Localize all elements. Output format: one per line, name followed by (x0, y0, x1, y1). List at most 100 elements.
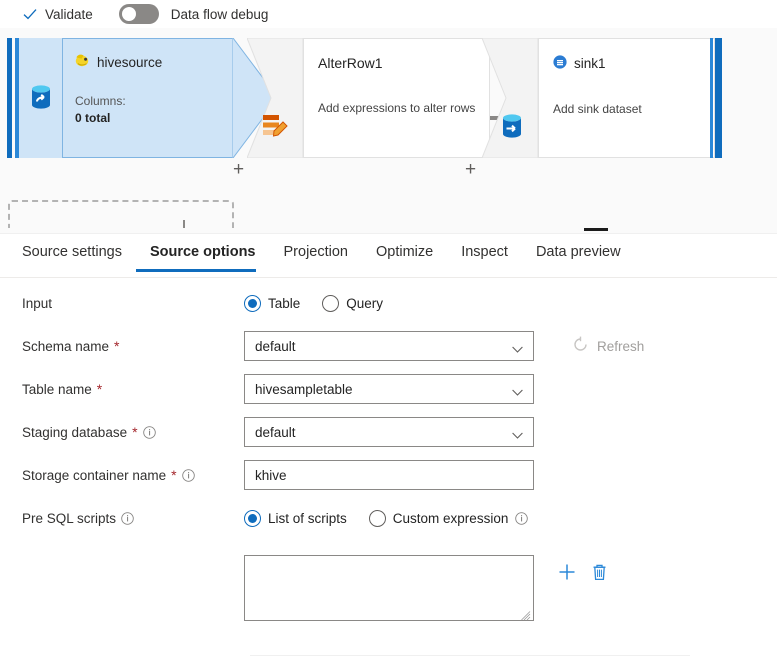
toggle-knob (122, 7, 136, 21)
radio-custom-expression[interactable]: Custom expression (369, 510, 529, 527)
drop-target-caret (183, 220, 185, 228)
storage-container-name-label: Storage container name * (0, 468, 244, 483)
chevron-down-icon (512, 385, 523, 400)
info-icon[interactable] (515, 512, 528, 525)
table-name-label: Table name * (0, 382, 244, 397)
source-database-icon (19, 38, 63, 158)
required-asterisk: * (114, 339, 119, 353)
pre-sql-scripts-radio-group: List of scripts Custom expression (244, 510, 528, 527)
radio-list-of-scripts-label: List of scripts (268, 511, 347, 526)
splitter-grip-handle[interactable] (584, 228, 608, 231)
alterrow-node-body: AlterRow1 Add expressions to alter rows (303, 38, 490, 158)
row-storage-container-name: Storage container name * khive (0, 460, 777, 490)
table-name-dropdown[interactable]: hivesampletable (244, 374, 534, 404)
alterrow-node-name: AlterRow1 (304, 39, 489, 71)
tab-data-preview[interactable]: Data preview (522, 236, 635, 272)
storage-container-name-label-text: Storage container name (22, 468, 166, 483)
trash-icon[interactable] (591, 563, 608, 586)
radio-input-table[interactable]: Table (244, 295, 300, 312)
sink-edge-bar-outer (715, 38, 722, 158)
table-name-field-col: hivesampletable (244, 374, 534, 404)
row-schema-name: Schema name * default Refresh (0, 331, 777, 361)
radio-custom-expression-label: Custom expression (393, 511, 509, 526)
source-options-form: Input Table Query Schema name * default (0, 288, 777, 621)
row-staging-database: Staging database * default (0, 417, 777, 447)
table-name-value: hivesampletable (255, 382, 353, 397)
radio-list-of-scripts-indicator (244, 510, 261, 527)
hive-logo-icon (75, 53, 91, 71)
chevron-down-icon (512, 428, 523, 443)
alter-row-icon (262, 113, 290, 141)
command-bar: Validate Data flow debug (0, 0, 777, 28)
row-input: Input Table Query (0, 288, 777, 318)
radio-query-label: Query (346, 296, 383, 311)
staging-database-dropdown[interactable]: default (244, 417, 534, 447)
info-icon[interactable] (182, 469, 195, 482)
refresh-icon (572, 336, 589, 356)
tab-projection[interactable]: Projection (270, 236, 362, 272)
settings-tabstrip: Source settings Source options Projectio… (0, 236, 777, 278)
tab-source-settings[interactable]: Source settings (22, 236, 136, 272)
validate-button[interactable]: Validate (22, 0, 93, 28)
radio-custom-expression-indicator (369, 510, 386, 527)
storage-container-name-input[interactable]: khive (244, 460, 534, 490)
source-node-title-row: hivesource (63, 39, 232, 71)
tab-inspect[interactable]: Inspect (447, 236, 522, 272)
alterrow-node-detail: Add expressions to alter rows (304, 71, 489, 115)
sink-badge-icon (553, 55, 567, 72)
textarea-resize-grip[interactable] (521, 608, 531, 618)
plus-icon[interactable] (558, 563, 576, 586)
info-icon[interactable] (143, 426, 156, 439)
storage-container-name-value: khive (255, 468, 287, 483)
required-asterisk: * (171, 468, 176, 482)
radio-table-indicator (244, 295, 261, 312)
schema-name-label-text: Schema name (22, 339, 109, 354)
radio-input-query[interactable]: Query (322, 295, 383, 312)
radio-table-label: Table (268, 296, 300, 311)
add-transformation-handle-1[interactable]: + (233, 160, 244, 179)
checkmark-icon (22, 6, 38, 22)
required-asterisk: * (97, 382, 102, 396)
data-flow-canvas[interactable]: hivesource Columns: 0 total + Alte (0, 28, 777, 228)
schema-name-value: default (255, 339, 296, 354)
pre-sql-scripts-textarea[interactable] (244, 555, 534, 621)
node-hivesource[interactable]: hivesource Columns: 0 total + (7, 38, 232, 158)
panel-splitter[interactable] (0, 228, 777, 234)
refresh-label: Refresh (597, 339, 644, 354)
row-pre-sql-scripts: Pre SQL scripts List of scripts Custom e… (0, 503, 777, 533)
source-node-detail: Columns: 0 total (63, 71, 232, 128)
sink-edge-bar-inner (710, 38, 713, 158)
staging-database-label-text: Staging database (22, 425, 127, 440)
sink-database-icon (499, 112, 525, 142)
sink-node-title-row: sink1 (539, 39, 714, 72)
schema-name-field-col: default (244, 331, 534, 361)
add-transformation-handle-2[interactable]: + (465, 160, 476, 179)
node-sink1[interactable]: sink1 Add sink dataset (525, 38, 715, 158)
input-label: Input (0, 296, 244, 311)
input-radio-group: Table Query (244, 295, 383, 312)
info-icon[interactable] (121, 512, 134, 525)
refresh-button[interactable]: Refresh (572, 336, 644, 356)
chevron-down-icon (512, 342, 523, 357)
source-node-body: hivesource Columns: 0 total (63, 38, 232, 158)
table-name-label-text: Table name (22, 382, 92, 397)
storage-container-name-field-col: khive (244, 460, 534, 490)
bottom-divider (250, 655, 690, 656)
schema-name-label: Schema name * (0, 339, 244, 354)
tab-source-options[interactable]: Source options (136, 236, 270, 272)
required-asterisk: * (132, 425, 137, 439)
node-selected-bar-outer (7, 38, 12, 158)
pre-sql-scripts-label-text: Pre SQL scripts (22, 511, 116, 526)
source-columns-value: 0 total (75, 111, 110, 125)
node-alterrow1[interactable]: AlterRow1 Add expressions to alter rows … (290, 38, 490, 158)
schema-name-dropdown[interactable]: default (244, 331, 534, 361)
staging-database-field-col: default (244, 417, 534, 447)
pre-sql-scripts-actions (558, 563, 608, 586)
validate-label: Validate (45, 7, 93, 22)
transformation-drop-target[interactable] (8, 200, 234, 228)
sink-node-body: sink1 Add sink dataset (538, 38, 715, 158)
pre-sql-scripts-editor-row (0, 555, 777, 621)
data-flow-debug-toggle[interactable] (119, 4, 159, 24)
tab-optimize[interactable]: Optimize (362, 236, 447, 272)
radio-list-of-scripts[interactable]: List of scripts (244, 510, 347, 527)
